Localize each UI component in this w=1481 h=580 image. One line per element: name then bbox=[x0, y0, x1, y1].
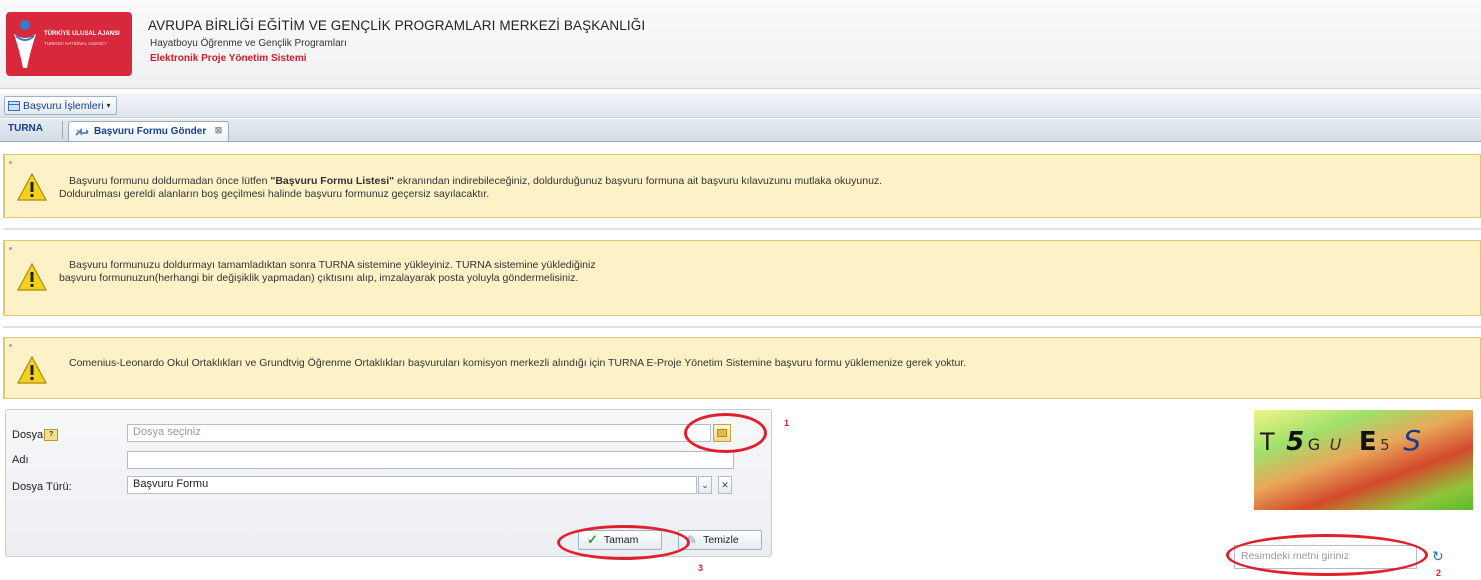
ok-button-label: Tamam bbox=[603, 534, 639, 546]
window-icon bbox=[8, 100, 20, 111]
applications-menu-button[interactable]: Başvuru İşlemleri ▾ bbox=[4, 96, 117, 115]
clear-button-label: Temizle bbox=[703, 534, 739, 546]
tab-turna[interactable]: TURNA bbox=[8, 123, 43, 134]
agency-logo: TÜRKİYE ULUSAL AJANSI TURKISH NATIONAL A… bbox=[6, 12, 132, 76]
divider bbox=[3, 326, 1481, 328]
file-placeholder: Dosya seçiniz bbox=[133, 426, 201, 438]
captcha-image: T 5 G U E 5 S bbox=[1254, 410, 1473, 510]
warning-notice-1: Başvuru formunu doldurmadan önce lütfen … bbox=[3, 154, 1481, 218]
eraser-icon: ✎ bbox=[687, 533, 698, 547]
check-icon: ✓ bbox=[587, 532, 598, 547]
captcha-char: 5 bbox=[1286, 427, 1305, 457]
notice-1-line2: Doldurulması gereldi alanların boş geçil… bbox=[59, 188, 490, 200]
warning-notice-2: Başvuru formunuzu doldurmayı tamamladıkt… bbox=[3, 240, 1481, 316]
warning-icon bbox=[17, 356, 47, 384]
upload-arrows-icon bbox=[75, 127, 89, 136]
file-select-input[interactable]: Dosya seçiniz bbox=[127, 424, 711, 442]
captcha-char: S bbox=[1403, 424, 1421, 457]
captcha-char: T bbox=[1260, 428, 1275, 456]
refresh-captcha-icon[interactable]: ↻ bbox=[1432, 548, 1444, 565]
file-type-label: Dosya Türü: bbox=[12, 481, 72, 493]
notice-bullet bbox=[9, 161, 12, 164]
tab-application-form-send[interactable]: Başvuru Formu Gönder ⊠ bbox=[68, 121, 230, 141]
chevron-down-icon[interactable]: ⌄ bbox=[698, 476, 712, 494]
notice-1-text-b: ekranından indirebileceğiniz, doldurduğu… bbox=[394, 175, 883, 187]
app-header: TÜRKİYE ULUSAL AJANSI TURKISH NATIONAL A… bbox=[0, 0, 1481, 89]
ok-button[interactable]: ✓ Tamam bbox=[578, 530, 662, 550]
divider bbox=[3, 228, 1481, 230]
annotation-number-1: 1 bbox=[784, 418, 790, 428]
captcha-text: T 5 G U E 5 S bbox=[1260, 424, 1421, 457]
page-subtitle: Hayatboyu Öğrenme ve Gençlik Programları bbox=[150, 38, 347, 49]
file-type-select[interactable]: Başvuru Formu bbox=[127, 476, 697, 494]
captcha-char: U bbox=[1329, 435, 1342, 454]
tab-bar: TURNA Başvuru Formu Gönder ⊠ bbox=[0, 119, 1481, 142]
close-tab-icon[interactable]: ⊠ bbox=[215, 125, 223, 136]
help-icon[interactable]: ? bbox=[44, 429, 59, 441]
notice-2-line2: başvuru formunuzun(herhangi bir değişikl… bbox=[59, 272, 579, 284]
logo-figure-icon bbox=[14, 20, 36, 68]
notice-bullet bbox=[9, 247, 12, 250]
file-label: Dosya? bbox=[12, 429, 59, 441]
captcha-char: E bbox=[1358, 427, 1377, 457]
notice-1-text-a: Başvuru formunu doldurmadan önce lütfen bbox=[69, 175, 271, 187]
menu-label: Başvuru İşlemleri bbox=[23, 99, 104, 112]
logo-line2: TURKISH NATIONAL AGENCY bbox=[44, 41, 108, 46]
captcha-char: G bbox=[1307, 435, 1321, 454]
form-list-reference: "Başvuru Formu Listesi" bbox=[270, 175, 395, 187]
browse-folder-icon[interactable] bbox=[713, 424, 731, 442]
page-title: AVRUPA BİRLİĞİ EĞİTİM VE GENÇLİK PROGRAM… bbox=[148, 18, 646, 33]
notice-2-line1: Başvuru formunuzu doldurmayı tamamladıkt… bbox=[69, 259, 596, 271]
clear-button[interactable]: ✎ Temizle bbox=[678, 530, 762, 550]
notice-1-line1: Başvuru formunu doldurmadan önce lütfen … bbox=[69, 175, 882, 188]
system-name: Elektronik Proje Yönetim Sistemi bbox=[150, 53, 307, 64]
notice-bullet bbox=[9, 344, 12, 347]
name-label: Adı bbox=[12, 454, 29, 466]
chevron-down-icon: ▾ bbox=[106, 101, 111, 110]
name-input[interactable] bbox=[127, 451, 734, 469]
clear-selection-icon[interactable]: ✕ bbox=[718, 476, 732, 494]
file-label-text: Dosya bbox=[12, 429, 44, 441]
captcha-char: 5 bbox=[1380, 436, 1390, 454]
warning-icon bbox=[17, 263, 47, 291]
annotation-number-2: 2 bbox=[1436, 568, 1442, 578]
captcha-input[interactable]: Resimdeki metni giriniz bbox=[1234, 545, 1417, 569]
tab-divider bbox=[62, 121, 63, 139]
notice-3-line1: Comenius-Leonardo Okul Ortaklıkları ve G… bbox=[69, 357, 967, 369]
warning-notice-3: Comenius-Leonardo Okul Ortaklıkları ve G… bbox=[3, 337, 1481, 399]
annotation-number-3: 3 bbox=[698, 563, 704, 573]
logo-line1: TÜRKİYE ULUSAL AJANSI bbox=[44, 31, 120, 37]
warning-icon bbox=[17, 173, 47, 201]
tab-label: Başvuru Formu Gönder bbox=[94, 126, 207, 137]
menu-bar: Başvuru İşlemleri ▾ bbox=[0, 93, 1481, 118]
